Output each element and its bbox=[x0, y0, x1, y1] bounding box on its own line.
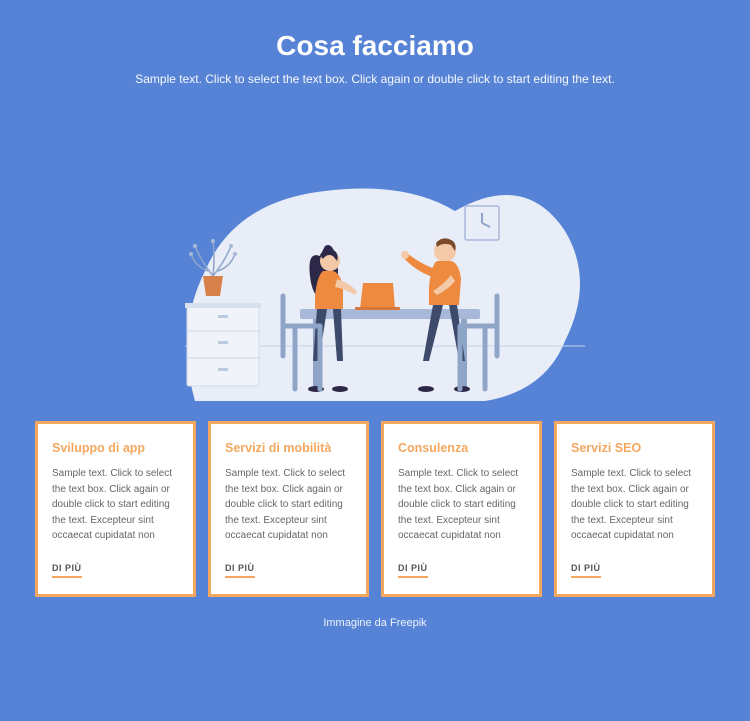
card-servizi-seo: Servizi SEO Sample text. Click to select… bbox=[554, 421, 715, 597]
card-body[interactable]: Sample text. Click to select the text bo… bbox=[571, 466, 698, 544]
card-consulenza: Consulenza Sample text. Click to select … bbox=[381, 421, 542, 597]
card-title[interactable]: Servizi di mobilità bbox=[225, 440, 352, 456]
cards-row: Sviluppo di app Sample text. Click to se… bbox=[35, 421, 715, 597]
page-title[interactable]: Cosa facciamo bbox=[35, 30, 715, 62]
card-link[interactable]: DI PIÙ bbox=[571, 563, 601, 578]
card-servizi-mobilita: Servizi di mobilità Sample text. Click t… bbox=[208, 421, 369, 597]
card-sviluppo-app: Sviluppo di app Sample text. Click to se… bbox=[35, 421, 196, 597]
card-title[interactable]: Sviluppo di app bbox=[52, 440, 179, 456]
card-link[interactable]: DI PIÙ bbox=[52, 563, 82, 578]
card-link[interactable]: DI PIÙ bbox=[398, 563, 428, 578]
header: Cosa facciamo Sample text. Click to sele… bbox=[35, 30, 715, 86]
hero-illustration bbox=[35, 101, 715, 401]
page-subtitle[interactable]: Sample text. Click to select the text bo… bbox=[35, 72, 715, 86]
card-link[interactable]: DI PIÙ bbox=[225, 563, 255, 578]
card-body[interactable]: Sample text. Click to select the text bo… bbox=[52, 466, 179, 544]
footer-credit: Immagine da Freepik bbox=[35, 617, 715, 629]
card-title[interactable]: Servizi SEO bbox=[571, 440, 698, 456]
card-title[interactable]: Consulenza bbox=[398, 440, 525, 456]
card-body[interactable]: Sample text. Click to select the text bo… bbox=[225, 466, 352, 544]
card-body[interactable]: Sample text. Click to select the text bo… bbox=[398, 466, 525, 544]
